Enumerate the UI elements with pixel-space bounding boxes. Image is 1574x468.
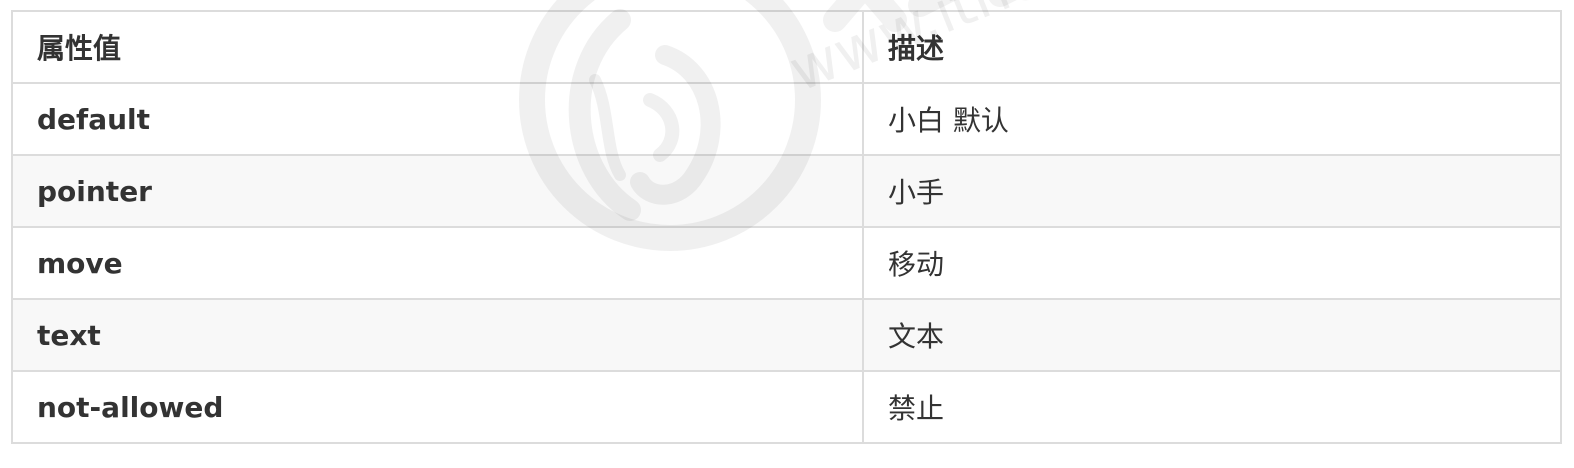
cell-description: 文本 [862,298,1562,372]
cell-description: 小白 默认 [862,82,1562,156]
cell-value: move [11,226,864,300]
cell-description: 移动 [862,226,1562,300]
property-table: 属性值 描述 default 小白 默认 pointer 小手 move 移动 … [11,10,1562,444]
cell-value: default [11,82,864,156]
header-property-value: 属性值 [11,10,864,84]
table-row: not-allowed 禁止 [11,370,1562,444]
cell-value: text [11,298,864,372]
cell-value: pointer [11,154,864,228]
cell-description: 小手 [862,154,1562,228]
table-header-row: 属性值 描述 [11,10,1562,84]
table-row: pointer 小手 [11,154,1562,228]
table-row: default 小白 默认 [11,82,1562,156]
page: 属性值 描述 default 小白 默认 pointer 小手 move 移动 … [0,0,1574,468]
header-description: 描述 [862,10,1562,84]
table-row: move 移动 [11,226,1562,300]
cell-description: 禁止 [862,370,1562,444]
table-row: text 文本 [11,298,1562,372]
cell-value: not-allowed [11,370,864,444]
